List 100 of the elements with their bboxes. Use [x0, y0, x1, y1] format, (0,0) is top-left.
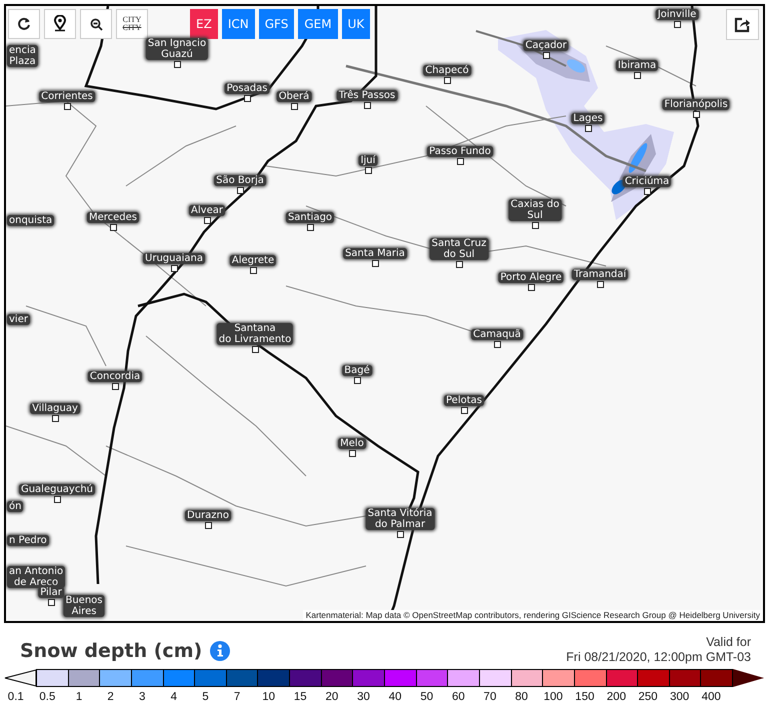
city-marker-icon — [244, 95, 251, 102]
zoom-out-button[interactable] — [80, 9, 112, 39]
city-marker-icon — [48, 599, 55, 606]
model-tab[interactable]: GFS — [258, 9, 294, 39]
share-button[interactable] — [726, 9, 759, 40]
scale-label: 70 — [482, 690, 498, 705]
scale-label: 100 — [542, 690, 564, 705]
scale-label: 0.1 — [6, 690, 25, 705]
valid-time: Fri 08/21/2020, 12:00pm GMT-03 — [566, 650, 751, 665]
city-labels-button[interactable]: CITY CITY — [116, 9, 148, 39]
scale-start-arrow — [4, 669, 36, 687]
scale-label: 2 — [106, 690, 115, 705]
city-marker-icon — [52, 415, 59, 422]
city-label: Lages — [571, 113, 605, 124]
city-label: Ijuí — [358, 155, 378, 166]
city-label: Santa Vitória do Palmar — [366, 508, 434, 530]
city-label: Caçador — [523, 40, 569, 51]
city-marker-icon — [585, 125, 592, 132]
city-label: Durazno — [185, 510, 231, 521]
city-label: Pelotas — [444, 395, 484, 406]
location-pin-icon — [53, 15, 67, 33]
city-marker-icon — [494, 341, 501, 348]
city-label: an Antonio de Areco — [7, 566, 66, 588]
city-marker-icon — [532, 222, 539, 229]
city-marker-icon — [110, 224, 117, 231]
valid-label: Valid for — [705, 635, 751, 650]
city-label: Florianópolis — [662, 99, 730, 110]
scale-label: 400 — [700, 690, 722, 705]
city-marker-icon — [112, 383, 119, 390]
scale-label: 20 — [324, 690, 340, 705]
city-label: Concordia — [88, 371, 142, 382]
scale-label: 40 — [388, 690, 403, 705]
city-marker-icon — [693, 111, 700, 118]
scale-label: 60 — [450, 690, 466, 705]
refresh-icon — [17, 17, 31, 31]
city-label: Melo — [338, 438, 366, 449]
city-marker-icon — [54, 496, 61, 503]
city-marker-icon — [205, 522, 212, 529]
city-marker-icon — [644, 188, 651, 195]
city-marker-icon — [349, 450, 356, 457]
scale-label: 0.5 — [38, 690, 56, 705]
city-marker-icon — [597, 281, 604, 288]
city-label: Buenos Aires — [63, 595, 105, 617]
city-label: Bagé — [342, 365, 372, 376]
city-label: Santana do Livramento — [216, 323, 294, 345]
city-marker-icon — [365, 167, 372, 174]
city-label: Santiago — [286, 212, 334, 223]
scale-label: 50 — [419, 690, 434, 705]
city-marker-icon — [64, 103, 71, 110]
scale-label: 10 — [261, 690, 276, 705]
city-marker-icon — [307, 224, 314, 231]
city-label: Camaquã — [471, 329, 523, 340]
city-label: Santa Cruz do Sul — [430, 238, 488, 260]
info-icon[interactable] — [210, 640, 230, 661]
city-marker-icon — [456, 261, 463, 268]
location-button[interactable] — [44, 9, 76, 39]
scale-label: 200 — [606, 690, 627, 705]
city-label: Gualeguaychú — [18, 484, 96, 495]
city-label: Passo Fundo — [427, 146, 493, 157]
scale-label: 150 — [574, 690, 596, 705]
scale-label: 1 — [74, 690, 84, 705]
city-label: Três Passos — [336, 90, 398, 101]
city-label: Porto Alegre — [498, 272, 564, 283]
city-label: Villaguay — [30, 403, 80, 414]
city-marker-icon — [372, 260, 379, 267]
city-label: Caxias do Sul — [508, 199, 562, 221]
city-label: Criciúma — [622, 176, 672, 187]
model-tab[interactable]: ICN — [222, 9, 255, 39]
model-tab[interactable]: GEM — [298, 9, 338, 39]
city-marker-icon — [171, 265, 178, 272]
city-marker-icon — [291, 103, 298, 110]
model-tab[interactable]: EZ — [190, 9, 218, 39]
scale-label: 30 — [356, 690, 371, 705]
city-label: Ibirama — [616, 60, 658, 71]
city-marker-icon — [252, 346, 259, 353]
city-label: Alegrete — [230, 255, 276, 266]
city-label: Posadas — [224, 83, 270, 94]
city-marker-icon — [634, 72, 641, 79]
city-marker-icon — [354, 377, 361, 384]
city-label: encia Plaza — [7, 45, 38, 67]
city-marker-icon — [444, 77, 451, 84]
city-label: Corrientes — [39, 91, 95, 102]
scale-label: 3 — [138, 690, 146, 705]
scale-end-arrow — [733, 669, 766, 687]
scale-label: 4 — [170, 690, 178, 705]
scale-label: 250 — [637, 690, 659, 705]
refresh-button[interactable] — [8, 9, 40, 39]
city-marker-icon — [364, 102, 371, 109]
city-label: Mercedes — [86, 212, 140, 223]
city-label: Chapecó — [423, 65, 471, 76]
city-label: onquista — [7, 215, 54, 226]
city-label: Tramandaí — [572, 269, 628, 280]
city-marker-icon — [397, 531, 404, 538]
city-marker-icon — [674, 21, 681, 28]
scale-label: 5 — [201, 690, 210, 705]
model-tab[interactable]: UK — [342, 9, 370, 39]
city-marker-icon — [457, 158, 464, 165]
city-label: n Pedro — [7, 535, 49, 546]
share-icon — [734, 16, 751, 32]
city-marker-icon — [174, 61, 181, 68]
